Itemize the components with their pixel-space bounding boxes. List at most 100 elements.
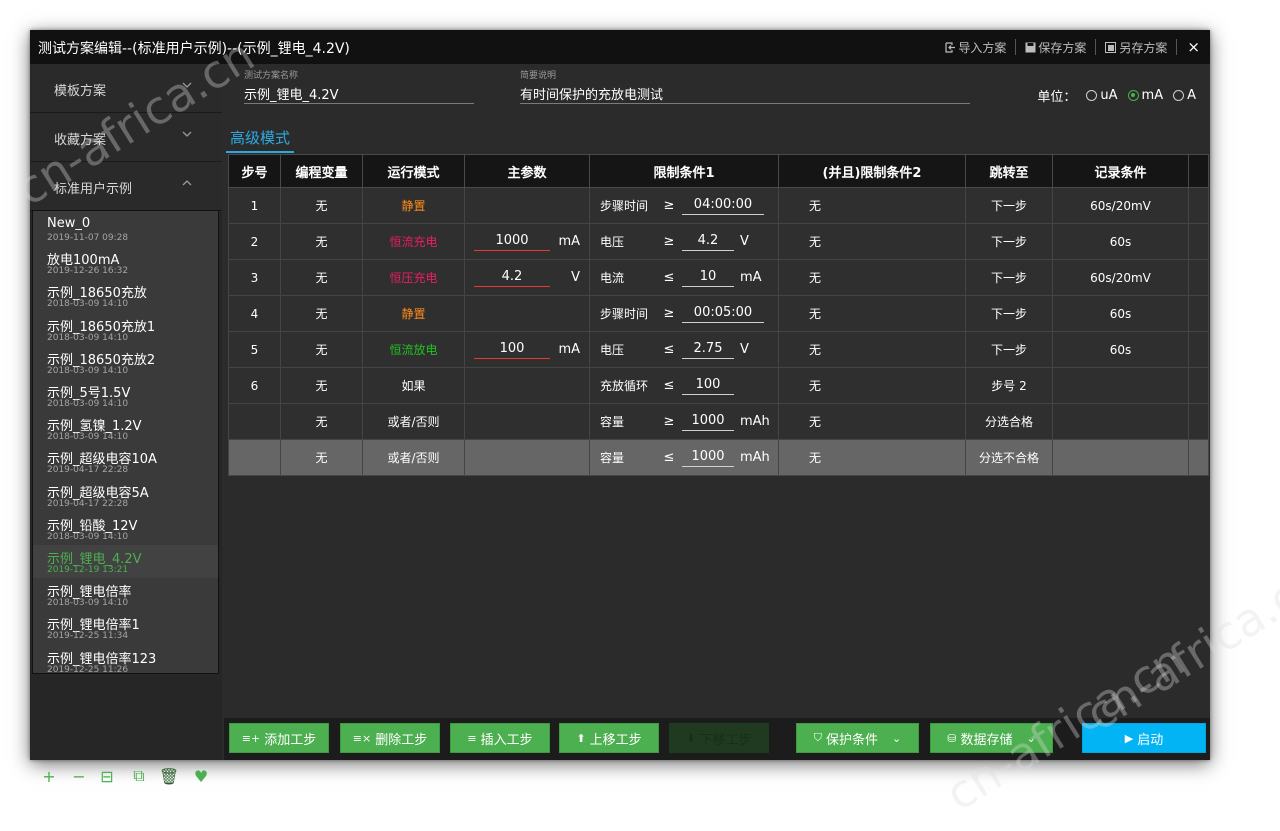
move-down-button[interactable]: ⬇ 下移工步 [669,723,769,753]
section-standard-examples[interactable]: 标准用户示例 [30,162,222,211]
jump-to[interactable]: 下一步 [965,259,1053,296]
program-variable[interactable]: 无 [280,403,363,440]
list-item[interactable]: 示例_18650充放2 2018-03-09 14:10 [33,346,218,379]
limit-condition-2[interactable]: 无 [778,331,966,368]
jump-to[interactable]: 下一步 [965,187,1053,224]
plan-name-input[interactable] [244,84,474,104]
program-variable[interactable]: 无 [280,331,363,368]
list-item[interactable]: 示例_锂电倍率 2018-03-09 14:10 [33,578,218,611]
jump-to[interactable]: 下一步 [965,223,1053,260]
limit-condition-2[interactable]: 无 [778,223,966,260]
delete-step-button[interactable]: ≡× 删除工步 [340,723,440,753]
main-param-cell[interactable]: 1000 mA [464,223,590,260]
trash-icon[interactable]: 🗑 [159,766,179,786]
main-param-cell[interactable]: 100 mA [464,331,590,368]
condition-value-input[interactable]: 100 [682,376,734,395]
record-condition[interactable]: 60s [1052,295,1189,332]
condition-operator[interactable]: ≥ [658,414,680,429]
limit-condition-1[interactable]: 容量 ≤1000 mAh [589,439,779,476]
program-variable[interactable]: 无 [280,223,363,260]
save-as-plan-button[interactable]: 另存方案 [1096,39,1178,55]
condition-operator[interactable]: ≤ [658,378,680,393]
table-row[interactable]: 无或者/否则 容量 ≤1000 mAh 无分选不合格 [228,439,1209,476]
copy-icon[interactable]: ⧉ [130,766,148,786]
record-condition[interactable]: 60s [1052,223,1189,260]
main-param-cell[interactable]: 4.2 V [464,259,590,296]
table-row[interactable]: 5 无恒流放电 100 mA 电压 ≤2.75 V 无下一步 60s [228,331,1209,368]
condition-operator[interactable]: ≥ [658,234,680,249]
condition-operator[interactable]: ≥ [658,306,680,321]
protection-conditions-button[interactable]: ⛉ 保护条件 ⌄ [796,723,919,753]
main-param-cell[interactable] [464,295,590,332]
condition-value-input[interactable]: 1000 [682,412,734,431]
jump-to[interactable]: 下一步 [965,331,1053,368]
condition-value-input[interactable]: 4.2 [682,232,734,251]
limit-condition-1[interactable]: 电流 ≤10 mA [589,259,779,296]
export-icon[interactable]: ⊟ [98,766,116,786]
section-favorite-plans[interactable]: 收藏方案 [30,113,222,162]
record-condition[interactable] [1052,367,1189,404]
save-plan-button[interactable]: 保存方案 [1016,39,1097,55]
record-condition[interactable] [1052,403,1189,440]
record-condition[interactable]: 60s/20mV [1052,259,1189,296]
condition-value-input[interactable]: 10 [682,268,734,287]
jump-to[interactable]: 分选合格 [965,403,1053,440]
list-item[interactable]: 放电100mA 2019-12-26 16:32 [33,246,218,279]
record-condition[interactable]: 60s/20mV [1052,187,1189,224]
table-row[interactable]: 1 无静置 步骤时间 ≥04:00:00 无下一步 60s/20mV [228,187,1209,224]
jump-to[interactable]: 步号 2 [965,367,1053,404]
import-plan-button[interactable]: 导入方案 [936,39,1017,55]
record-condition[interactable]: 60s [1052,331,1189,368]
program-variable[interactable]: 无 [280,187,363,224]
condition-operator[interactable]: ≤ [658,450,680,465]
run-mode[interactable]: 静置 [362,295,465,332]
list-item[interactable]: 示例_超级电容10A 2019-04-17 22:28 [33,445,218,478]
limit-condition-1[interactable]: 电压 ≤2.75 V [589,331,779,368]
run-mode[interactable]: 静置 [362,187,465,224]
table-row[interactable]: 3 无恒压充电 4.2 V 电流 ≤10 mA 无下一步 60s/20mV [228,259,1209,296]
limit-condition-2[interactable]: 无 [778,259,966,296]
tab-advanced-mode[interactable]: 高级模式 [226,127,295,153]
unit-radio-ua[interactable] [1086,90,1098,101]
table-row[interactable]: 2 无恒流充电 1000 mA 电压 ≥4.2 V 无下一步 60s [228,223,1209,260]
list-item[interactable]: 示例_氢镍_1.2V 2018-03-09 14:10 [33,412,218,445]
limit-condition-2[interactable]: 无 [778,403,966,440]
close-icon[interactable]: × [1177,38,1210,56]
main-param-cell[interactable] [464,367,590,404]
condition-value-input[interactable]: 04:00:00 [682,196,764,215]
limit-condition-2[interactable]: 无 [778,187,966,224]
program-variable[interactable]: 无 [280,295,363,332]
limit-condition-2[interactable]: 无 [778,295,966,332]
unit-radio-a[interactable] [1173,90,1185,101]
limit-condition-2[interactable]: 无 [778,439,966,476]
remove-plan-icon[interactable]: − [70,766,88,786]
table-row[interactable]: 4 无静置 步骤时间 ≥00:05:00 无下一步 60s [228,295,1209,332]
list-item[interactable]: 示例_超级电容5A 2019-04-17 22:28 [33,479,218,512]
limit-condition-1[interactable]: 步骤时间 ≥00:05:00 [589,295,779,332]
table-row[interactable]: 无或者/否则 容量 ≥1000 mAh 无分选合格 [228,403,1209,440]
limit-condition-1[interactable]: 电压 ≥4.2 V [589,223,779,260]
unit-radio-ma[interactable] [1127,90,1139,101]
list-item[interactable]: 示例_18650充放1 2018-03-09 14:10 [33,313,218,346]
jump-to[interactable]: 下一步 [965,295,1053,332]
main-param-cell[interactable] [464,187,590,224]
run-mode[interactable]: 恒流充电 [362,223,465,260]
program-variable[interactable]: 无 [280,367,363,404]
list-item[interactable]: 示例_18650充放 2018-03-09 14:10 [33,279,218,312]
table-row[interactable]: 6 无如果 充放循环 ≤100 无步号 2 [228,367,1209,404]
limit-condition-1[interactable]: 容量 ≥1000 mAh [589,403,779,440]
jump-to[interactable]: 分选不合格 [965,439,1053,476]
program-variable[interactable]: 无 [280,439,363,476]
run-mode[interactable]: 或者/否则 [362,403,465,440]
move-up-button[interactable]: ⬆ 上移工步 [559,723,659,753]
condition-value-input[interactable]: 1000 [682,448,734,467]
add-plan-icon[interactable]: + [40,766,58,786]
insert-step-button[interactable]: ≡ 插入工步 [450,723,550,753]
condition-value-input[interactable]: 00:05:00 [682,304,764,323]
section-template-plans[interactable]: 模板方案 [30,64,222,113]
limit-condition-1[interactable]: 充放循环 ≤100 [589,367,779,404]
main-param-cell[interactable] [464,439,590,476]
main-param-input[interactable]: 1000 [474,232,550,251]
limit-condition-2[interactable]: 无 [778,367,966,404]
run-mode[interactable]: 如果 [362,367,465,404]
